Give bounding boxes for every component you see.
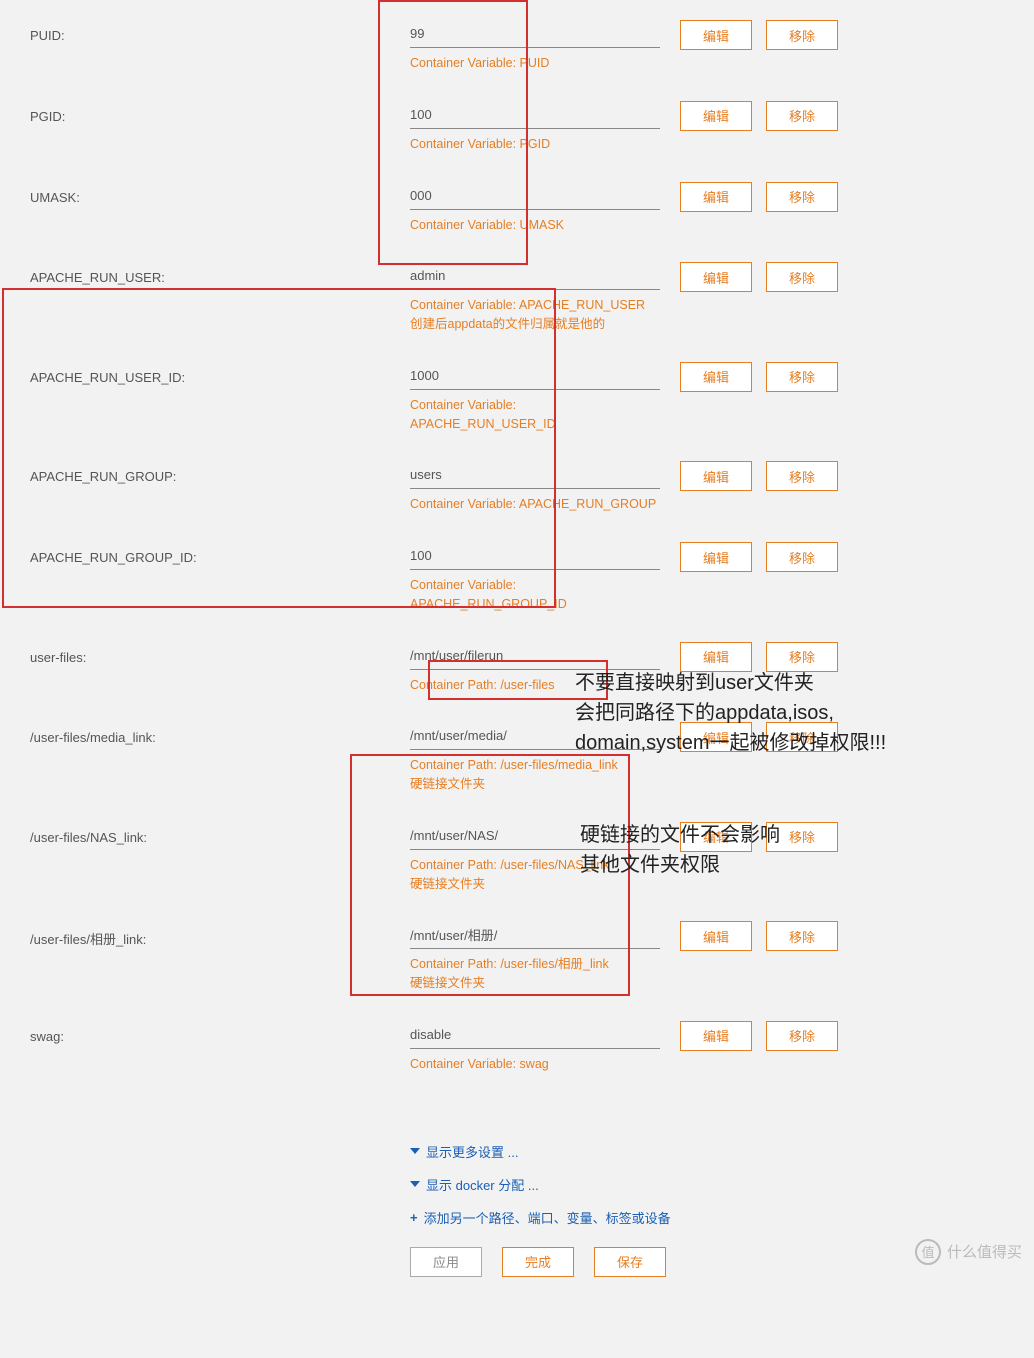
- helper-text: Container Variable: APACHE_RUN_GROUP_ID: [410, 576, 660, 614]
- field-label: swag:: [30, 1021, 410, 1044]
- watermark: 值 什么值得买: [915, 1239, 1022, 1265]
- value-input[interactable]: [410, 642, 660, 670]
- field-label: user-files:: [30, 642, 410, 665]
- remove-button[interactable]: 移除: [766, 182, 838, 212]
- plus-icon: +: [410, 1210, 418, 1225]
- edit-button[interactable]: 编辑: [680, 101, 752, 131]
- add-another-label: 添加另一个路径、端口、变量、标签或设备: [424, 1208, 671, 1227]
- config-row: /user-files/NAS_link:Container Path: /us…: [30, 822, 1004, 894]
- done-button[interactable]: 完成: [502, 1247, 574, 1277]
- config-row: APACHE_RUN_GROUP:Container Variable: APA…: [30, 461, 1004, 514]
- field-label: /user-files/media_link:: [30, 722, 410, 745]
- value-input[interactable]: [410, 921, 660, 949]
- edit-button[interactable]: 编辑: [680, 542, 752, 572]
- remove-button[interactable]: 移除: [766, 722, 838, 752]
- value-input[interactable]: [410, 262, 660, 290]
- edit-button[interactable]: 编辑: [680, 182, 752, 212]
- value-input[interactable]: [410, 461, 660, 489]
- watermark-text: 什么值得买: [947, 1241, 1022, 1262]
- helper-text: Container Variable: swag: [410, 1055, 660, 1074]
- helper-text: Container Path: /user-files/media_link 硬…: [410, 756, 660, 794]
- remove-button[interactable]: 移除: [766, 822, 838, 852]
- helper-text: Container Variable: UMASK: [410, 216, 660, 235]
- config-row: swag:Container Variable: swag 编辑移除: [30, 1021, 1004, 1074]
- edit-button[interactable]: 编辑: [680, 461, 752, 491]
- remove-button[interactable]: 移除: [766, 542, 838, 572]
- helper-text: Container Variable: PGID: [410, 135, 660, 154]
- add-another-link[interactable]: + 添加另一个路径、端口、变量、标签或设备: [410, 1208, 1034, 1227]
- value-input[interactable]: [410, 822, 660, 850]
- helper-text: Container Variable: APACHE_RUN_GROUP: [410, 495, 660, 514]
- remove-button[interactable]: 移除: [766, 921, 838, 951]
- field-label: APACHE_RUN_USER:: [30, 262, 410, 285]
- helper-text: Container Variable: APACHE_RUN_USER 创建后a…: [410, 296, 660, 334]
- config-row: APACHE_RUN_GROUP_ID:Container Variable: …: [30, 542, 1004, 614]
- helper-text: Container Path: /user-files: [410, 676, 660, 695]
- helper-text: Container Variable: APACHE_RUN_USER_ID: [410, 396, 660, 434]
- value-input[interactable]: [410, 542, 660, 570]
- show-more-label: 显示更多设置 ...: [426, 1142, 518, 1161]
- field-label: APACHE_RUN_USER_ID:: [30, 362, 410, 385]
- show-docker-alloc-link[interactable]: 显示 docker 分配 ...: [410, 1175, 1034, 1194]
- helper-text: Container Path: /user-files/相册_link 硬链接文…: [410, 955, 660, 993]
- config-row: /user-files/media_link:Container Path: /…: [30, 722, 1004, 794]
- remove-button[interactable]: 移除: [766, 101, 838, 131]
- chevron-down-icon: [410, 1181, 420, 1187]
- field-label: /user-files/NAS_link:: [30, 822, 410, 845]
- config-row: PUID:Container Variable: PUID 编辑移除: [30, 20, 1004, 73]
- config-row: user-files:Container Path: /user-files 编辑…: [30, 642, 1004, 695]
- config-row: APACHE_RUN_USER:Container Variable: APAC…: [30, 262, 1004, 334]
- edit-button[interactable]: 编辑: [680, 822, 752, 852]
- helper-text: Container Variable: PUID: [410, 54, 660, 73]
- helper-text: Container Path: /user-files/NAS_link 硬链接…: [410, 856, 660, 894]
- field-label: APACHE_RUN_GROUP:: [30, 461, 410, 484]
- config-row: PGID:Container Variable: PGID 编辑移除: [30, 101, 1004, 154]
- config-row: /user-files/相册_link:Container Path: /use…: [30, 921, 1004, 993]
- edit-button[interactable]: 编辑: [680, 1021, 752, 1051]
- remove-button[interactable]: 移除: [766, 362, 838, 392]
- value-input[interactable]: [410, 101, 660, 129]
- field-label: /user-files/相册_link:: [30, 921, 410, 948]
- apply-button[interactable]: 应用: [410, 1247, 482, 1277]
- edit-button[interactable]: 编辑: [680, 921, 752, 951]
- value-input[interactable]: [410, 20, 660, 48]
- value-input[interactable]: [410, 362, 660, 390]
- value-input[interactable]: [410, 1021, 660, 1049]
- remove-button[interactable]: 移除: [766, 20, 838, 50]
- chevron-down-icon: [410, 1148, 420, 1154]
- edit-button[interactable]: 编辑: [680, 262, 752, 292]
- value-input[interactable]: [410, 722, 660, 750]
- remove-button[interactable]: 移除: [766, 262, 838, 292]
- watermark-badge-icon: 值: [915, 1239, 941, 1265]
- field-label: PGID:: [30, 101, 410, 124]
- show-docker-label: 显示 docker 分配 ...: [426, 1175, 539, 1194]
- edit-button[interactable]: 编辑: [680, 642, 752, 672]
- config-row: UMASK:Container Variable: UMASK 编辑移除: [30, 182, 1004, 235]
- show-more-settings-link[interactable]: 显示更多设置 ...: [410, 1142, 1034, 1161]
- config-row: APACHE_RUN_USER_ID:Container Variable: A…: [30, 362, 1004, 434]
- remove-button[interactable]: 移除: [766, 642, 838, 672]
- save-button[interactable]: 保存: [594, 1247, 666, 1277]
- edit-button[interactable]: 编辑: [680, 20, 752, 50]
- field-label: PUID:: [30, 20, 410, 43]
- value-input[interactable]: [410, 182, 660, 210]
- edit-button[interactable]: 编辑: [680, 722, 752, 752]
- remove-button[interactable]: 移除: [766, 1021, 838, 1051]
- remove-button[interactable]: 移除: [766, 461, 838, 491]
- field-label: UMASK:: [30, 182, 410, 205]
- field-label: APACHE_RUN_GROUP_ID:: [30, 542, 410, 565]
- edit-button[interactable]: 编辑: [680, 362, 752, 392]
